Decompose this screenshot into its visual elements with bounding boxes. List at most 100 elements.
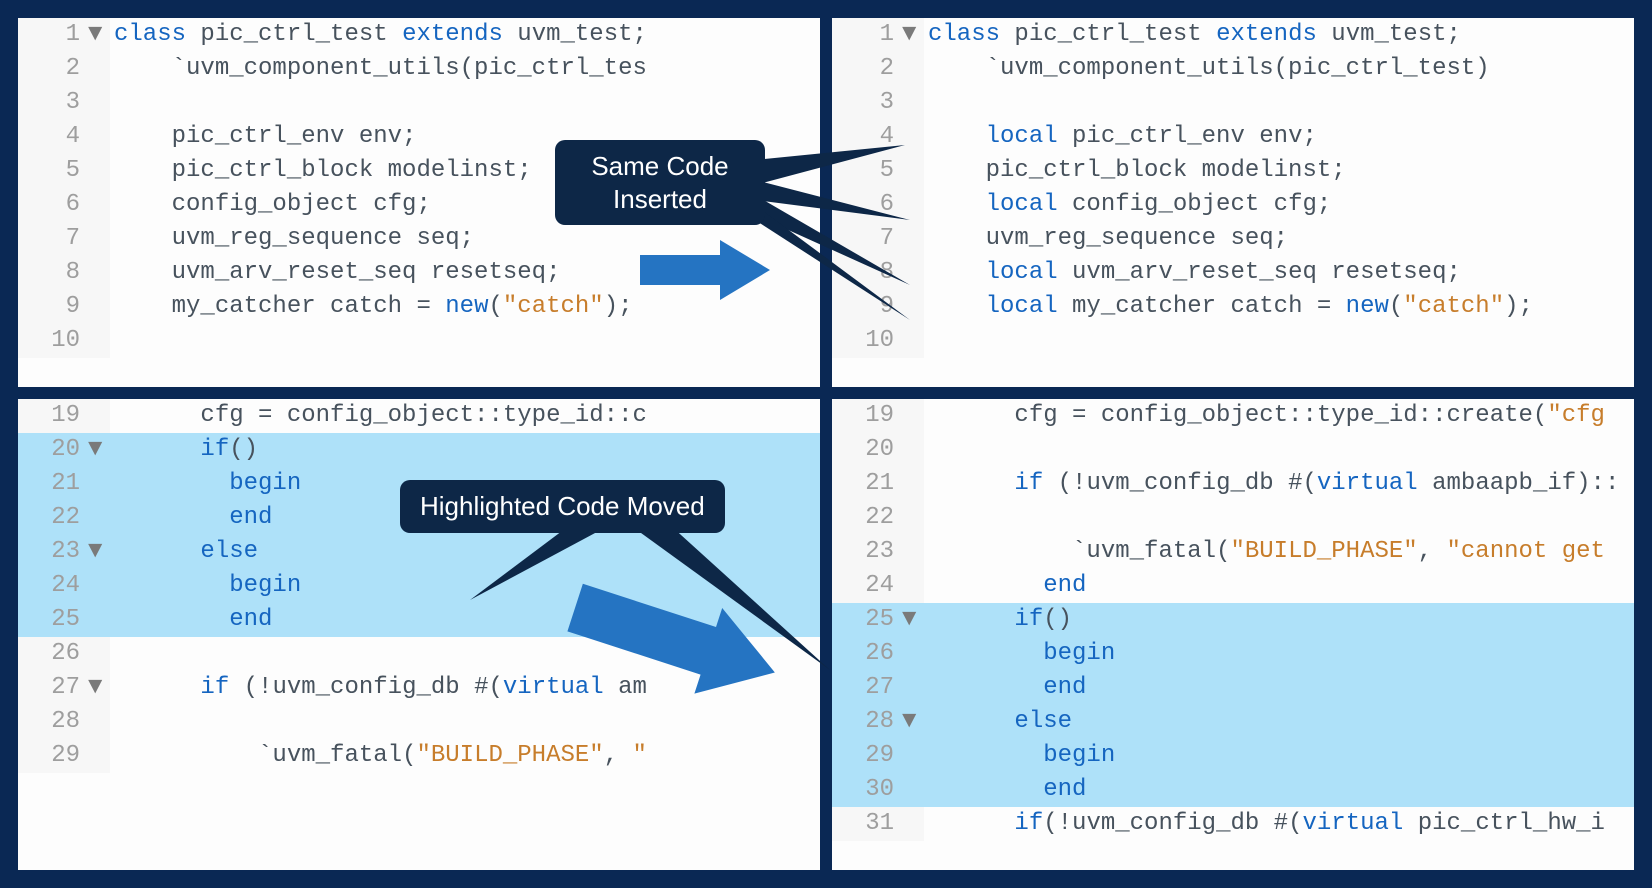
- fold-marker[interactable]: ▼: [902, 18, 924, 52]
- code-line[interactable]: 6 local config_object cfg;: [832, 188, 1634, 222]
- code-line[interactable]: 25▼ if(): [832, 603, 1634, 637]
- code-content[interactable]: [924, 433, 1634, 467]
- code-line[interactable]: 8 uvm_arv_reset_seq resetseq;: [18, 256, 820, 290]
- fold-marker[interactable]: ▼: [88, 18, 110, 52]
- code-line[interactable]: 24 end: [832, 569, 1634, 603]
- code-content[interactable]: `uvm_fatal("BUILD_PHASE", ": [110, 739, 820, 773]
- code-content[interactable]: end: [924, 773, 1634, 807]
- code-line[interactable]: 28▼ else: [832, 705, 1634, 739]
- code-line[interactable]: 5 pic_ctrl_block modelinst;: [832, 154, 1634, 188]
- code-line[interactable]: 27▼ if (!uvm_config_db #(virtual am: [18, 671, 820, 705]
- code-line[interactable]: 23▼ else: [18, 535, 820, 569]
- code-content[interactable]: cfg = config_object::type_id::c: [110, 399, 820, 433]
- code-content[interactable]: local config_object cfg;: [924, 188, 1634, 222]
- line-number: 24: [832, 569, 902, 603]
- code-line[interactable]: 29 begin: [832, 739, 1634, 773]
- code-line[interactable]: 20: [832, 433, 1634, 467]
- code-line[interactable]: 28: [18, 705, 820, 739]
- code-line[interactable]: 1▼class pic_ctrl_test extends uvm_test;: [18, 18, 820, 52]
- line-number: 7: [832, 222, 902, 256]
- code-content[interactable]: begin: [924, 739, 1634, 773]
- code-line[interactable]: 2 `uvm_component_utils(pic_ctrl_test): [832, 52, 1634, 86]
- code-line[interactable]: 21 if (!uvm_config_db #(virtual ambaapb_…: [832, 467, 1634, 501]
- code-line[interactable]: 9 my_catcher catch = new("catch");: [18, 290, 820, 324]
- code-line[interactable]: 29 `uvm_fatal("BUILD_PHASE", ": [18, 739, 820, 773]
- code-line[interactable]: 1▼class pic_ctrl_test extends uvm_test;: [832, 18, 1634, 52]
- code-line[interactable]: 3: [18, 86, 820, 120]
- fold-marker[interactable]: ▼: [88, 433, 110, 467]
- code-content[interactable]: [110, 324, 820, 358]
- fold-marker[interactable]: ▼: [88, 535, 110, 569]
- code-content[interactable]: end: [924, 569, 1634, 603]
- code-content[interactable]: uvm_arv_reset_seq resetseq;: [110, 256, 820, 290]
- code-content[interactable]: uvm_reg_sequence seq;: [924, 222, 1634, 256]
- fold-marker: [902, 120, 924, 154]
- fold-marker: [902, 52, 924, 86]
- code-content[interactable]: cfg = config_object::type_id::create("cf…: [924, 399, 1634, 433]
- code-content[interactable]: [110, 705, 820, 739]
- fold-marker[interactable]: ▼: [902, 603, 924, 637]
- code-content[interactable]: my_catcher catch = new("catch");: [110, 290, 820, 324]
- code-content[interactable]: `uvm_fatal("BUILD_PHASE", "cannot get: [924, 535, 1634, 569]
- fold-marker: [902, 324, 924, 358]
- code-content[interactable]: if(): [110, 433, 820, 467]
- code-content[interactable]: `uvm_component_utils(pic_ctrl_tes: [110, 52, 820, 86]
- code-content[interactable]: if (!uvm_config_db #(virtual ambaapb_if)…: [924, 467, 1634, 501]
- line-number: 29: [18, 739, 88, 773]
- code-line[interactable]: 20▼ if(): [18, 433, 820, 467]
- fold-marker: [88, 222, 110, 256]
- code-line[interactable]: 19 cfg = config_object::type_id::c: [18, 399, 820, 433]
- code-line[interactable]: 10: [18, 324, 820, 358]
- code-line[interactable]: 26 begin: [832, 637, 1634, 671]
- code-content[interactable]: [924, 324, 1634, 358]
- fold-marker: [88, 467, 110, 501]
- fold-marker: [88, 86, 110, 120]
- code-line[interactable]: 2 `uvm_component_utils(pic_ctrl_tes: [18, 52, 820, 86]
- code-content[interactable]: uvm_reg_sequence seq;: [110, 222, 820, 256]
- code-content[interactable]: if(): [924, 603, 1634, 637]
- code-line[interactable]: 23 `uvm_fatal("BUILD_PHASE", "cannot get: [832, 535, 1634, 569]
- code-line[interactable]: 22: [832, 501, 1634, 535]
- code-content[interactable]: local my_catcher catch = new("catch");: [924, 290, 1634, 324]
- code-line[interactable]: 27 end: [832, 671, 1634, 705]
- code-content[interactable]: [110, 86, 820, 120]
- code-line[interactable]: 10: [832, 324, 1634, 358]
- code-content[interactable]: `uvm_component_utils(pic_ctrl_test): [924, 52, 1634, 86]
- fold-marker: [902, 222, 924, 256]
- code-content[interactable]: end: [110, 603, 820, 637]
- fold-marker: [902, 535, 924, 569]
- code-line[interactable]: 3: [832, 86, 1634, 120]
- code-content[interactable]: [110, 637, 820, 671]
- fold-marker[interactable]: ▼: [902, 705, 924, 739]
- code-content[interactable]: begin: [924, 637, 1634, 671]
- code-content[interactable]: end: [924, 671, 1634, 705]
- line-number: 1: [832, 18, 902, 52]
- code-line[interactable]: 9 local my_catcher catch = new("catch");: [832, 290, 1634, 324]
- line-number: 20: [832, 433, 902, 467]
- code-content[interactable]: if (!uvm_config_db #(virtual am: [110, 671, 820, 705]
- code-content[interactable]: pic_ctrl_block modelinst;: [924, 154, 1634, 188]
- code-content[interactable]: class pic_ctrl_test extends uvm_test;: [924, 18, 1634, 52]
- code-content[interactable]: else: [924, 705, 1634, 739]
- code-content[interactable]: [924, 501, 1634, 535]
- fold-marker: [88, 637, 110, 671]
- fold-marker: [88, 188, 110, 222]
- code-content[interactable]: [924, 86, 1634, 120]
- code-line[interactable]: 19 cfg = config_object::type_id::create(…: [832, 399, 1634, 433]
- code-content[interactable]: begin: [110, 569, 820, 603]
- code-content[interactable]: local uvm_arv_reset_seq resetseq;: [924, 256, 1634, 290]
- code-line[interactable]: 7 uvm_reg_sequence seq;: [18, 222, 820, 256]
- code-content[interactable]: else: [110, 535, 820, 569]
- code-line[interactable]: 8 local uvm_arv_reset_seq resetseq;: [832, 256, 1634, 290]
- fold-marker[interactable]: ▼: [88, 671, 110, 705]
- code-line[interactable]: 26: [18, 637, 820, 671]
- code-line[interactable]: 7 uvm_reg_sequence seq;: [832, 222, 1634, 256]
- code-line[interactable]: 30 end: [832, 773, 1634, 807]
- code-content[interactable]: class pic_ctrl_test extends uvm_test;: [110, 18, 820, 52]
- code-line[interactable]: 31 if(!uvm_config_db #(virtual pic_ctrl_…: [832, 807, 1634, 841]
- code-content[interactable]: local pic_ctrl_env env;: [924, 120, 1634, 154]
- code-line[interactable]: 4 local pic_ctrl_env env;: [832, 120, 1634, 154]
- code-content[interactable]: if(!uvm_config_db #(virtual pic_ctrl_hw_…: [924, 807, 1634, 841]
- code-line[interactable]: 25 end: [18, 603, 820, 637]
- code-line[interactable]: 24 begin: [18, 569, 820, 603]
